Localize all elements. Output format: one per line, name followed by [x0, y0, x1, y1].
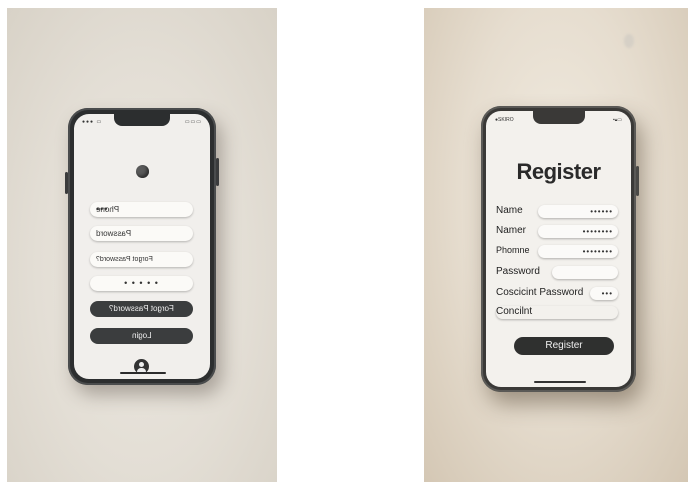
phone-side-button	[216, 158, 219, 186]
password-label: Password	[496, 266, 540, 277]
home-indicator[interactable]	[120, 372, 166, 374]
forgot-password-button-label: Forgot Password?	[109, 304, 174, 313]
home-indicator[interactable]	[534, 381, 586, 383]
phone-field-label: Phone	[96, 205, 120, 214]
phone-side-button	[65, 172, 68, 194]
confirm-password-label: Coscicint Password	[496, 287, 584, 298]
status-bar-left: ●SKIRO	[495, 117, 514, 123]
confirm-password-input[interactable]: •••	[590, 287, 618, 300]
forgot-password-field-label: Forgot Password?	[96, 256, 153, 263]
right-phone: ●SKIRO ▪▴▭ Register Name •••••• Namer ••…	[481, 106, 639, 392]
name-input[interactable]: ••••••	[538, 205, 618, 218]
phone-notch	[533, 111, 585, 124]
forgot-password-button[interactable]: Forgot Password?	[90, 301, 193, 317]
status-bar-right: ▭▭▭	[184, 119, 202, 125]
phone-input[interactable]: ••••••••	[538, 245, 618, 258]
register-button[interactable]: Register	[514, 337, 614, 355]
login-button-label: Login	[131, 331, 152, 340]
forgot-password-field[interactable]: Forgot Password?	[90, 252, 193, 267]
name-label: Name	[496, 205, 523, 216]
camera-icon	[136, 165, 149, 178]
phone-field[interactable]: ••• Phone	[90, 202, 193, 217]
left-photo-panel: ●●● ▭ ▭▭▭ ••• Phone Password Forgot Pass…	[7, 8, 277, 482]
login-button[interactable]: Login	[90, 328, 193, 344]
wall-blur-spot	[624, 34, 634, 48]
namer-label: Namer	[496, 225, 527, 236]
right-phone-screen: ●SKIRO ▪▴▭ Register Name •••••• Namer ••…	[486, 111, 631, 387]
left-phone: ●●● ▭ ▭▭▭ ••• Phone Password Forgot Pass…	[65, 108, 219, 385]
phone-label: Phomne	[496, 245, 530, 255]
password-input[interactable]	[552, 266, 618, 279]
password-field-label: Password	[96, 229, 132, 238]
pin-field[interactable]: • • • • •	[90, 276, 193, 291]
password-field[interactable]: Password	[90, 226, 193, 241]
confirm-input[interactable]	[496, 306, 618, 319]
register-title: Register	[516, 159, 601, 184]
left-phone-screen: ●●● ▭ ▭▭▭ ••• Phone Password Forgot Pass…	[74, 114, 210, 379]
status-bar-right: ▪▴▭	[612, 117, 622, 123]
phone-notch	[114, 114, 170, 126]
phone-side-button	[636, 166, 639, 196]
right-photo-panel: ●SKIRO ▪▴▭ Register Name •••••• Namer ••…	[424, 8, 688, 482]
namer-input[interactable]: ••••••••	[538, 225, 618, 238]
status-bar-left: ●●● ▭	[82, 119, 103, 125]
pin-field-dots: • • • • •	[124, 278, 159, 288]
